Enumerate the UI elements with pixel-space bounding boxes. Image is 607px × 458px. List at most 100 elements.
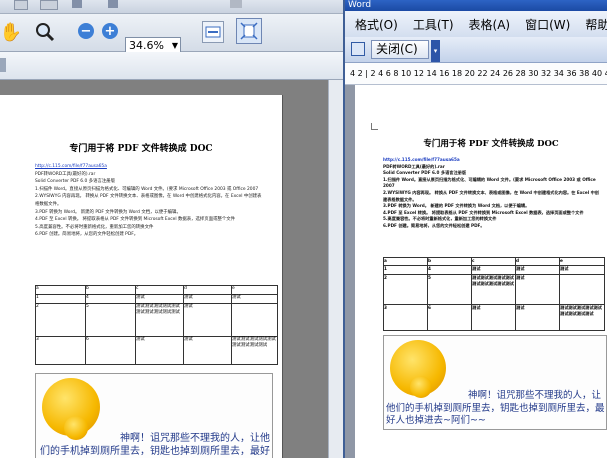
table-cell: 3 [383, 304, 428, 331]
table-header: a [35, 285, 86, 295]
pdf-doc-title: 专门用于将 PDF 文件转换成 DOC [69, 144, 213, 154]
ruler-markings: 4 2 | 2 4 6 8 10 12 14 16 18 20 22 24 26… [350, 69, 607, 78]
document-map-icon[interactable] [351, 42, 365, 56]
nav-arrow-right-icon[interactable] [108, 0, 118, 8]
pdf-doc-line: PDF转WORD工具(最好的).rar [35, 171, 96, 177]
table-cell [559, 274, 605, 305]
table-cell: 测试测试测试测试测试测试测试测试测试测试 [135, 303, 184, 337]
pdf-vertical-scrollbar[interactable] [328, 80, 343, 458]
table-row: 1 4 测试 测试 测试 [383, 265, 605, 275]
table-row: 2 5 测试测试测试测试测试测试测试测试测试测试 测试 [35, 303, 278, 337]
word-doc-line: 2.WYSIWYG 内容再现。 转换从 PDF 文件转换文本、表格或图像，在 W… [383, 189, 599, 202]
dropdown-arrow-icon[interactable] [0, 58, 6, 72]
zoom-tool-icon[interactable] [34, 20, 56, 44]
table-cell: 测试 [135, 336, 184, 365]
word-doc-body: http://c.115.com/file/f77ausa65a PDF转WOR… [383, 157, 603, 230]
word-menu-bar: 格式(O) 工具(T) 表格(A) 窗口(W) 帮助 [345, 11, 607, 37]
hand-tool-icon[interactable]: ✋ [0, 20, 22, 44]
table-cell: 测试 [559, 265, 605, 275]
table-cell: 6 [427, 304, 472, 331]
word-page: 专门用于将 PDF 文件转换成 DOC http://c.115.com/fil… [355, 85, 607, 458]
table-row: 3 6 测试 测试 测试测试测试测试测试测试测试测试测试 [35, 336, 278, 365]
zoom-out-icon[interactable]: − [78, 23, 94, 39]
table-cell: 6 [85, 336, 136, 365]
word-doc-link[interactable]: http://c.115.com/file/f77ausa65a [383, 157, 603, 164]
word-title-bar: Word [345, 0, 607, 11]
table-cell: 测试 [471, 304, 516, 331]
word-emoticon-caption: 神啊！诅咒那些不理我的人，让他们的手机掉到厕所里去，钥匙也掉到厕所里去，最好人也… [386, 390, 605, 426]
table-header: e [559, 257, 605, 266]
pdf-document-area[interactable]: 专门用于将 PDF 文件转换成 DOC http://c.115.com/fil… [0, 80, 343, 458]
close-reading-button[interactable]: 关闭(C) [371, 40, 429, 59]
table-cell: 测试 [515, 265, 560, 275]
table-cell: 5 [427, 274, 472, 305]
table-cell: 1 [383, 265, 428, 275]
print-icon[interactable] [40, 0, 58, 10]
table-cell: 测试 [135, 294, 184, 304]
word-doc-line: 4.PDF 至 Excel 转换。 将提取表格从 PDF 文件转换到 Micro… [383, 209, 584, 215]
pdf-doc-table: a b c d e 1 4 测试 测试 测试 2 5 测试测试测试测试测试测试测… [35, 285, 278, 365]
word-doc-line: 1.扫描件 Word。直接从原页扫描为格式化、可编辑的 Word 文件。(要求 … [383, 176, 596, 189]
pdf-doc-line: Solid Converter PDF 6.0 多语言注册版 [35, 179, 116, 185]
table-cell: 测试 [471, 265, 516, 275]
menu-format[interactable]: 格式(O) [345, 16, 403, 33]
rotate-icon[interactable] [230, 0, 242, 8]
table-cell: 测试测试测试测试测试测试测试测试测试 [559, 304, 605, 331]
menu-tools[interactable]: 工具(T) [403, 16, 459, 33]
word-document-area[interactable]: 专门用于将 PDF 文件转换成 DOC http://c.115.com/fil… [345, 85, 607, 458]
table-cell: 测试 [183, 336, 232, 365]
pdf-doc-link[interactable]: http://c.115.com/file/f77ausa65a [35, 163, 263, 171]
save-icon[interactable] [14, 0, 28, 10]
horizontal-ruler[interactable]: 4 2 | 2 4 6 8 10 12 14 16 18 20 22 24 26… [345, 63, 607, 85]
word-app-title: Word [348, 0, 372, 10]
word-reading-toolbar: 关闭(C) ▾ [345, 37, 607, 63]
table-row: 2 5 测试测试测试测试测试测试测试测试测试测试 测试 [383, 274, 605, 305]
word-doc-line: 6.PDF 创建。简易地将，从您的文件轻松创建 PDF。 [383, 222, 485, 228]
margin-corner-mark [371, 123, 378, 130]
pdf-zoom-toolbar: ✋ − + 34.6% ▼ [0, 14, 343, 55]
table-header: a [383, 257, 428, 266]
pdf-emoticon-caption: 神啊！诅咒那些不理我的人，让他们的手机掉到厕所里去，钥匙也掉到厕所里去，最好人也… [40, 433, 270, 457]
pdf-doc-line: 2.WYSIWYG 内容再现。 转换从 PDF 文件转换文本、表格或图像，在 W… [35, 194, 262, 207]
pdf-emoticon-image: 神啊！诅咒那些不理我的人，让他们的手机掉到厕所里去，钥匙也掉到厕所里去，最好人也… [35, 373, 273, 458]
fit-width-icon[interactable] [202, 21, 224, 43]
table-cell: 4 [427, 265, 472, 275]
table-cell: 测试 [183, 294, 232, 304]
word-window: Word 格式(O) 工具(T) 表格(A) 窗口(W) 帮助 关闭(C) ▾ … [343, 0, 607, 458]
table-header: c [135, 285, 184, 295]
table-header: d [183, 285, 232, 295]
fit-page-icon[interactable] [236, 18, 262, 44]
table-cell: 测试 [515, 274, 560, 305]
close-reading-label: 关闭(C) [376, 42, 418, 56]
pdf-page: 专门用于将 PDF 文件转换成 DOC http://c.115.com/fil… [0, 95, 283, 458]
pdf-doc-line: 3.PDF 转换为 Word。 新建的 PDF 文件转换为 Word 文档，以便… [35, 209, 181, 215]
table-cell: 1 [35, 294, 86, 304]
table-cell: 测试 [231, 294, 278, 304]
toolbar-options-icon[interactable]: ▾ [431, 40, 440, 62]
pdf-doc-body: http://c.115.com/file/f77ausa65a PDF转WOR… [35, 163, 263, 239]
table-cell: 2 [383, 274, 428, 305]
nav-arrow-left-icon[interactable] [72, 0, 82, 8]
word-doc-line: 3.PDF 转换为 Word。 新建的 PDF 文件转换为 Word 文档，以便… [383, 203, 530, 209]
table-cell: 测试 [515, 304, 560, 331]
menu-help[interactable]: 帮助 [575, 16, 607, 33]
word-emoticon-image: 神啊！诅咒那些不理我的人，让他们的手机掉到厕所里去，钥匙也掉到厕所里去，最好人也… [383, 335, 607, 430]
pdf-doc-line: 1.扫描件 Word。直接从原页扫描为格式化、可编辑的 Word 文件。(要求 … [35, 186, 259, 192]
table-row: 3 6 测试 测试 测试测试测试测试测试测试测试测试测试 [383, 304, 605, 331]
word-doc-line: PDF转WORD工具(最好的).rar [383, 163, 445, 169]
zoom-in-icon[interactable]: + [102, 23, 118, 39]
pdf-top-toolbar-strip [0, 0, 343, 14]
table-header: b [427, 257, 472, 266]
table-cell: 3 [35, 336, 86, 365]
table-cell: 测试测试测试测试测试测试测试测试测试 [231, 336, 278, 365]
table-header: d [515, 257, 560, 266]
menu-window[interactable]: 窗口(W) [515, 16, 575, 33]
word-doc-table: a b c d e 1 4 测试 测试 测试 2 5 测试测试测试测试测试测试测… [383, 257, 605, 331]
menu-table[interactable]: 表格(A) [459, 16, 516, 33]
table-header: e [231, 285, 278, 295]
zoom-level-value: 34.6% [129, 39, 164, 52]
word-doc-line: Solid Converter PDF 6.0 多语言注册版 [383, 170, 467, 176]
table-cell: 4 [85, 294, 136, 304]
pdf-secondary-toolbar [0, 52, 343, 80]
word-doc-line: 5.高度兼容性。不必将时重新格式化，重新加工您的转换文件 [383, 216, 497, 222]
